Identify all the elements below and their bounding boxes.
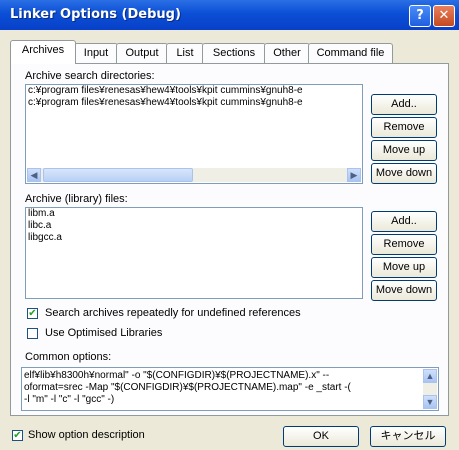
search-move-up-button[interactable]: Move up xyxy=(371,140,437,161)
vertical-scrollbar[interactable]: ▲ ▼ xyxy=(423,369,437,409)
optimised-libraries-checkbox[interactable] xyxy=(27,328,38,339)
common-options-text[interactable]: elf¥lib¥h8300h¥normal" -o "$(CONFIGDIR)¥… xyxy=(22,368,438,408)
search-repeatedly-checkbox[interactable]: ✔ xyxy=(27,308,38,319)
library-files-label: Archive (library) files: xyxy=(25,193,128,205)
common-options-label: Common options: xyxy=(25,351,112,363)
tab-list[interactable]: List xyxy=(166,43,204,63)
window-title: Linker Options (Debug) xyxy=(10,7,181,22)
title-bar[interactable]: Linker Options (Debug) ? ✕ xyxy=(0,0,459,30)
tab-input[interactable]: Input xyxy=(74,43,118,63)
list-item[interactable]: c:¥program files¥renesas¥hew4¥tools¥kpit… xyxy=(26,85,362,97)
optimised-libraries-label[interactable]: Use Optimised Libraries xyxy=(45,327,162,339)
list-item[interactable]: libc.a xyxy=(26,220,362,232)
ok-button[interactable]: OK xyxy=(283,426,359,447)
search-dirs-list[interactable]: c:¥program files¥renesas¥hew4¥tools¥kpit… xyxy=(25,84,363,184)
library-add-button[interactable]: Add.. xyxy=(371,211,437,232)
show-description-label[interactable]: Show option description xyxy=(28,429,145,441)
list-item[interactable]: libm.a xyxy=(26,208,362,220)
tab-sections[interactable]: Sections xyxy=(202,43,266,63)
search-add-button[interactable]: Add.. xyxy=(371,94,437,115)
help-button[interactable]: ? xyxy=(409,5,431,27)
search-move-down-button[interactable]: Move down xyxy=(371,163,437,184)
linker-options-dialog: Linker Options (Debug) ? ✕ Archives Inpu… xyxy=(0,0,459,450)
library-move-up-button[interactable]: Move up xyxy=(371,257,437,278)
tab-other[interactable]: Other xyxy=(264,43,310,63)
scroll-down-icon[interactable]: ▼ xyxy=(423,395,437,409)
tab-output[interactable]: Output xyxy=(116,43,168,63)
search-repeatedly-label[interactable]: Search archives repeatedly for undefined… xyxy=(45,307,301,319)
library-remove-button[interactable]: Remove xyxy=(371,234,437,255)
list-item[interactable]: c:¥program files¥renesas¥hew4¥tools¥kpit… xyxy=(26,97,362,109)
show-description-checkbox[interactable]: ✔ xyxy=(12,430,23,441)
search-dirs-label: Archive search directories: xyxy=(25,70,155,82)
scroll-thumb[interactable] xyxy=(43,168,193,182)
scroll-up-icon[interactable]: ▲ xyxy=(423,369,437,383)
list-item[interactable]: libgcc.a xyxy=(26,232,362,244)
scroll-left-icon[interactable]: ◀ xyxy=(27,168,41,182)
horizontal-scrollbar[interactable]: ◀ ▶ xyxy=(27,168,361,182)
library-files-list[interactable]: libm.a libc.a libgcc.a xyxy=(25,207,363,299)
scroll-right-icon[interactable]: ▶ xyxy=(347,168,361,182)
common-options-textarea[interactable]: elf¥lib¥h8300h¥normal" -o "$(CONFIGDIR)¥… xyxy=(21,367,439,411)
tab-archives[interactable]: Archives xyxy=(10,40,76,64)
search-remove-button[interactable]: Remove xyxy=(371,117,437,138)
cancel-button[interactable]: キャンセル xyxy=(370,426,446,447)
library-move-down-button[interactable]: Move down xyxy=(371,280,437,301)
archives-panel: Archive search directories: c:¥program f… xyxy=(10,63,449,416)
close-button[interactable]: ✕ xyxy=(433,5,455,27)
tab-command-file[interactable]: Command file xyxy=(308,43,393,63)
